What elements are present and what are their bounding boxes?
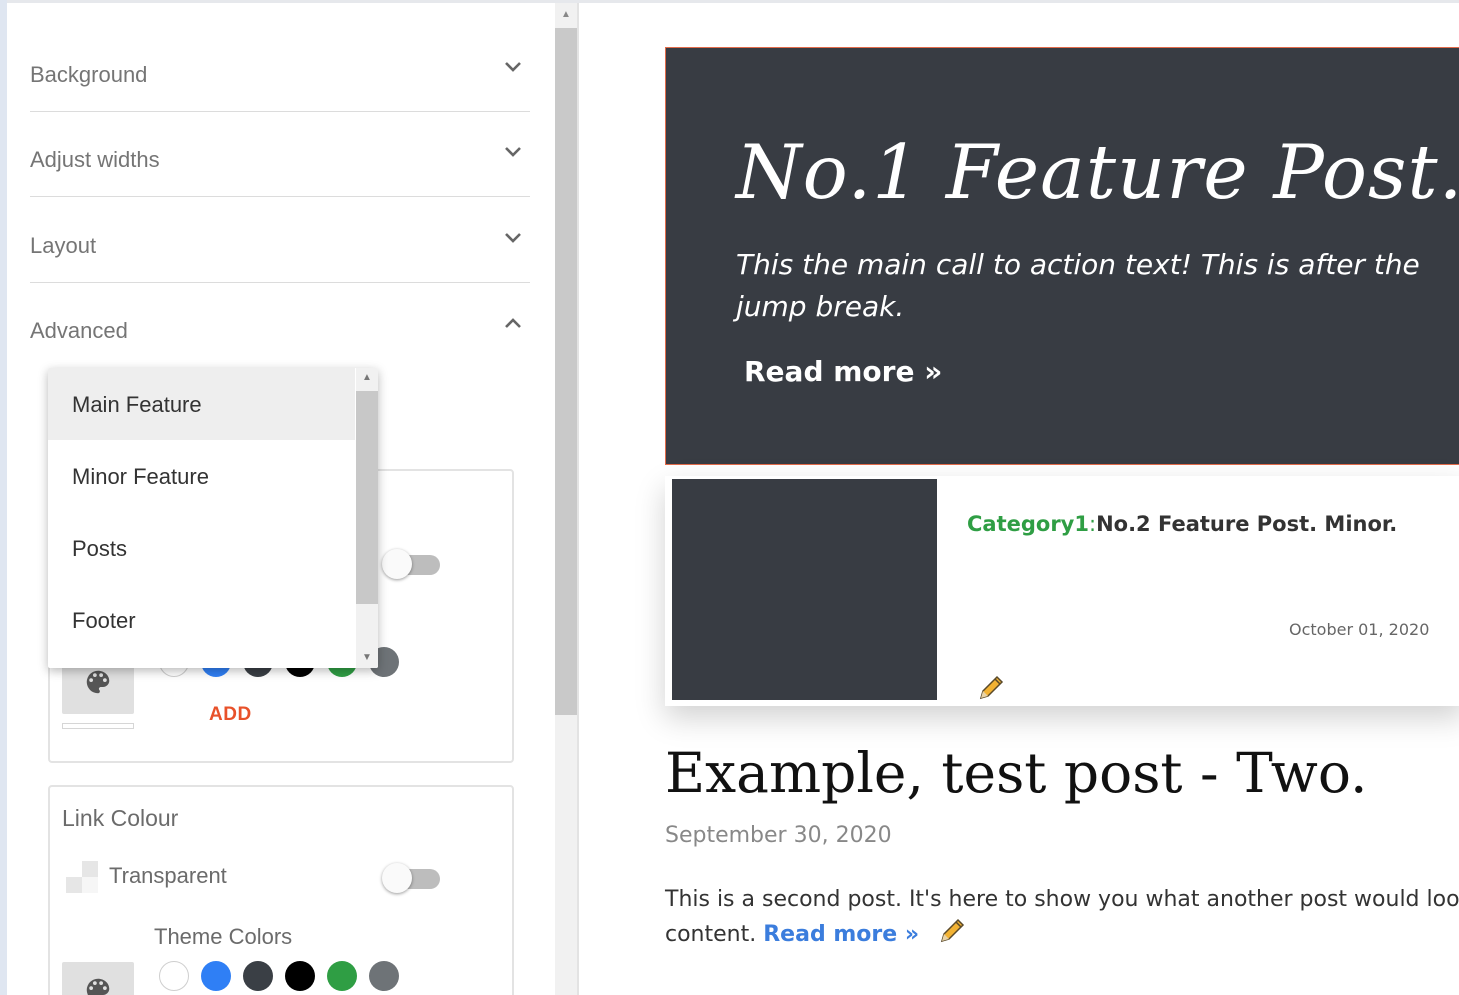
chevron-up-icon[interactable] xyxy=(502,312,524,334)
add-color-button[interactable]: ADD xyxy=(209,704,252,726)
minor-feature-title[interactable]: No.2 Feature Post. Minor. xyxy=(1096,512,1397,536)
link-colour-title: Link Colour xyxy=(62,805,179,831)
transparent-label: Transparent xyxy=(109,863,227,888)
scroll-up-icon[interactable]: ▲ xyxy=(561,9,571,20)
minor-feature-image xyxy=(672,479,937,700)
accordion-adjust-widths[interactable]: Adjust widths xyxy=(30,111,530,197)
dropdown-option-minor-feature[interactable]: Minor Feature xyxy=(48,440,355,512)
chevron-down-icon[interactable] xyxy=(502,227,524,249)
pencil-icon[interactable] xyxy=(977,674,1005,702)
toggle-thumb xyxy=(382,863,412,893)
pencil-icon[interactable] xyxy=(938,917,966,945)
post-snippet-line2: content. Read more » xyxy=(665,917,1459,952)
hero-read-more-link[interactable]: Read more » xyxy=(744,355,942,388)
swatch-blue[interactable] xyxy=(201,961,231,991)
accordion-advanced[interactable]: Advanced xyxy=(30,282,530,367)
swatch-dark-gray[interactable] xyxy=(243,961,273,991)
link-transparent-toggle[interactable] xyxy=(382,861,440,893)
main-feature-section[interactable]: No.1 Feature Post. This the main call to… xyxy=(665,47,1459,465)
dropdown-option-posts[interactable]: Posts xyxy=(48,512,355,584)
swatch-gray[interactable] xyxy=(369,961,399,991)
accordion-layout[interactable]: Layout xyxy=(30,197,530,283)
dropdown-scrollbar[interactable]: ▲ ▼ xyxy=(356,368,378,668)
minor-feature-card[interactable]: Category1:No.2 Feature Post. Minor. Octo… xyxy=(665,476,1459,706)
accordion-label: Layout xyxy=(30,233,97,258)
dropdown-option-main-feature[interactable]: Main Feature xyxy=(48,368,355,440)
post-date: September 30, 2020 xyxy=(665,823,892,848)
post-title[interactable]: Example, test post - Two. xyxy=(665,741,1368,805)
settings-scrollbar[interactable]: ▲ xyxy=(555,3,577,995)
left-edge-strip xyxy=(0,0,7,995)
accordion-label: Background xyxy=(30,62,148,87)
scroll-down-icon[interactable]: ▼ xyxy=(362,652,372,663)
accordion-label: Advanced xyxy=(30,318,128,343)
minor-feature-date: October 01, 2020 xyxy=(1289,620,1430,639)
option-label: Minor Feature xyxy=(72,464,209,489)
swatch-green[interactable] xyxy=(327,961,357,991)
theme-colors-label: Theme Colors xyxy=(154,924,293,949)
hero-title: No.1 Feature Post. xyxy=(736,128,1459,216)
settings-panel: Background Adjust widths Layout Advanced xyxy=(7,3,555,995)
accordion-label: Adjust widths xyxy=(30,147,160,172)
palette-icon xyxy=(83,975,113,995)
post-snippet: This is a second post. It's here to show… xyxy=(665,883,1459,952)
palette-button[interactable] xyxy=(62,962,134,995)
hero-text: This the main call to action text! This … xyxy=(736,248,1420,323)
transparent-toggle[interactable] xyxy=(382,547,440,579)
transparent-icon xyxy=(66,861,98,893)
theme-color-swatches xyxy=(159,961,399,991)
category-separator: : xyxy=(1088,512,1097,536)
section-select-dropdown[interactable]: Main Feature Minor Feature Posts Footer … xyxy=(48,368,378,668)
dropdown-option-footer[interactable]: Footer xyxy=(48,584,355,656)
post-snippet-line1: This is a second post. It's here to show… xyxy=(665,887,1459,912)
swatch-white[interactable] xyxy=(159,961,189,991)
category-link[interactable]: Category1 xyxy=(967,512,1089,536)
option-label: Posts xyxy=(72,536,128,561)
custom-color-preview xyxy=(62,723,134,729)
dropdown-scroll-thumb[interactable] xyxy=(356,391,378,604)
minor-feature-heading: Category1:No.2 Feature Post. Minor. xyxy=(967,512,1397,536)
option-label: Footer xyxy=(72,608,136,633)
blog-preview: No.1 Feature Post. This the main call to… xyxy=(579,3,1459,995)
settings-scroll-thumb[interactable] xyxy=(555,28,577,715)
post-snippet-end: content. xyxy=(665,922,757,947)
toggle-thumb xyxy=(382,549,412,579)
palette-icon xyxy=(83,667,113,702)
scroll-up-icon[interactable]: ▲ xyxy=(362,372,372,383)
post-read-more-link[interactable]: Read more » xyxy=(763,922,919,947)
link-colour-card: Link Colour Transparent Theme Colors xyxy=(48,785,514,995)
swatch-black[interactable] xyxy=(285,961,315,991)
option-label: Main Feature xyxy=(72,392,202,417)
accordion-background[interactable]: Background xyxy=(30,26,530,112)
chevron-down-icon[interactable] xyxy=(502,56,524,78)
chevron-down-icon[interactable] xyxy=(502,141,524,163)
